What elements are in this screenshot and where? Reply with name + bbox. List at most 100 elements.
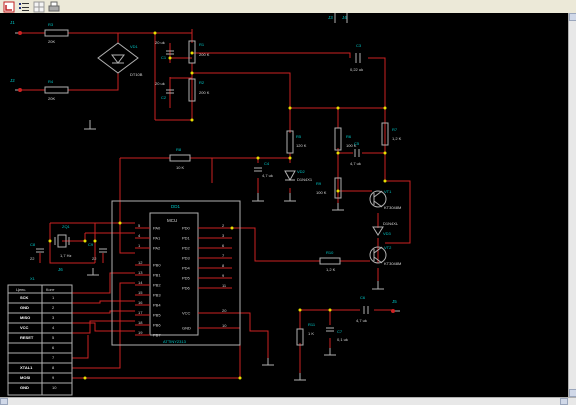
svg-text:R4: R4 [48,79,54,84]
header-row: MOSI 9 [8,372,72,380]
component-icon[interactable] [3,0,15,13]
svg-text:PB1: PB1 [153,273,161,278]
svg-text:100 K: 100 K [316,190,327,195]
svg-text:2: 2 [222,223,225,228]
svg-text:ATTINY2313: ATTINY2313 [163,339,187,344]
svg-text:PD2: PD2 [182,246,191,251]
svg-text:4,7 uk: 4,7 uk [356,318,367,323]
svg-text:C6: C6 [360,295,366,300]
header-row: GND 10 [8,382,72,390]
svg-text:R1: R1 [199,42,205,47]
mcu-pin-pa2: 1 PA2 [135,243,161,251]
svg-text:6: 6 [222,243,225,248]
svg-text:1,2 K: 1,2 K [326,267,336,272]
svg-text:C5: C5 [354,141,360,146]
svg-text:18: 18 [138,320,143,325]
svg-text:J6: J6 [58,267,63,272]
grid-icon[interactable] [33,0,45,13]
svg-text:Цепь: Цепь [16,287,25,292]
mcu-pin-pb5: 17 PB5 [135,310,161,318]
svg-text:PD5: PD5 [182,276,191,281]
probe-arrows [15,13,400,312]
svg-text:0,1 uk: 0,1 uk [337,337,348,342]
svg-text:PA1: PA1 [153,236,161,241]
schematic-canvas[interactable]: J1 J2 J3 J4 J5 J6 R3 20K R4 20K R1 200 K… [0,13,568,397]
capacitor-c7: C7 0,1 uk [326,327,348,342]
svg-text:4: 4 [138,233,141,238]
connector-j3: J3 [328,15,333,20]
resistor-r4: R4 20K [44,79,69,101]
capacitor-c2: 20 uk C2 [155,81,174,100]
svg-text:200 K: 200 K [199,52,210,57]
mcu-pin-pb4: 16 PB4 [135,300,161,308]
svg-text:4,7 uk: 4,7 uk [262,173,273,178]
header-row: MISO 3 [8,312,72,320]
svg-text:GND: GND [20,385,29,390]
vertical-scrollbar[interactable] [568,13,576,397]
svg-text:X1: X1 [30,276,36,281]
svg-text:22: 22 [30,256,35,261]
svg-text:KT3048M: KT3048M [384,261,401,266]
svg-text:R11: R11 [308,322,316,327]
svg-text:15: 15 [138,290,143,295]
svg-text:PD0: PD0 [182,226,191,231]
bridge-rectifier: VD1 DT10B [97,42,143,77]
svg-text:Конт: Конт [46,287,55,292]
svg-text:J5: J5 [392,299,397,304]
svg-text:20: 20 [222,308,227,313]
toolbar [0,0,576,14]
svg-text:R10: R10 [326,250,334,255]
svg-text:VD1: VD1 [130,44,139,49]
svg-text:R6: R6 [346,134,352,139]
scroll-up-button[interactable] [569,13,576,21]
connector-j4: J4 [342,15,347,20]
svg-text:PB6: PB6 [153,323,161,328]
mcu-pin-gnd: GND 10 [182,323,232,331]
svg-text:R9: R9 [316,181,322,186]
svg-text:GND: GND [182,326,191,331]
printer-icon[interactable] [48,0,60,12]
svg-text:ZQ1: ZQ1 [62,224,71,229]
svg-text:R3: R3 [48,22,54,27]
svg-text:C4: C4 [264,161,270,166]
svg-text:DT10B: DT10B [130,72,143,77]
svg-text:PB0: PB0 [153,263,161,268]
svg-text:R8: R8 [176,147,182,152]
header-row: SCK 1 [8,292,72,300]
mcu-pin-pd1: PD1 3 [182,233,232,241]
svg-text:20 uk: 20 uk [155,81,165,86]
capacitor-c1: 20 uk C1 [155,40,174,60]
mcu-pin-pb3: 15 PB3 [135,290,161,298]
svg-text:VD2: VD2 [297,169,306,174]
list-icon[interactable] [18,0,30,12]
header-row: 7 [8,352,72,360]
capacitor-c3: C3 0,22 uk [350,43,363,72]
svg-text:5: 5 [138,223,141,228]
svg-text:1: 1 [52,295,55,300]
mcu-pin-pd4: PD4 8 [182,263,232,271]
svg-text:C1: C1 [161,55,167,60]
svg-text:8: 8 [222,263,225,268]
svg-text:C7: C7 [337,329,343,334]
resistor-r9: R9 100 K [316,177,342,199]
svg-text:1,7 Hz: 1,7 Hz [60,253,72,258]
svg-text:6: 6 [52,345,55,350]
mcu-pin-pd3: PD3 7 [182,253,232,261]
svg-text:22: 22 [92,256,97,261]
svg-text:J3: J3 [328,15,333,20]
mcu-pin-pd6: PD6 11 [182,283,232,291]
resistor-r5: R5 120 K [286,130,307,154]
svg-text:PD3: PD3 [182,256,191,261]
svg-text:J1: J1 [10,20,15,25]
resistor-r10: R10 1,2 K [319,250,341,272]
mcu-pin-pb2: 14 PB2 [135,280,161,288]
svg-text:MOSI: MOSI [20,375,30,380]
header-row: RESET 5 [8,332,72,340]
svg-text:SCK: SCK [20,295,29,300]
scroll-down-button[interactable] [569,389,576,397]
svg-text:8: 8 [52,365,55,370]
header-row: GND 2 [8,302,72,310]
wires [20,29,411,379]
mcu-pin-pb1: 13 PB1 [135,270,161,278]
svg-text:PA2: PA2 [153,246,161,251]
